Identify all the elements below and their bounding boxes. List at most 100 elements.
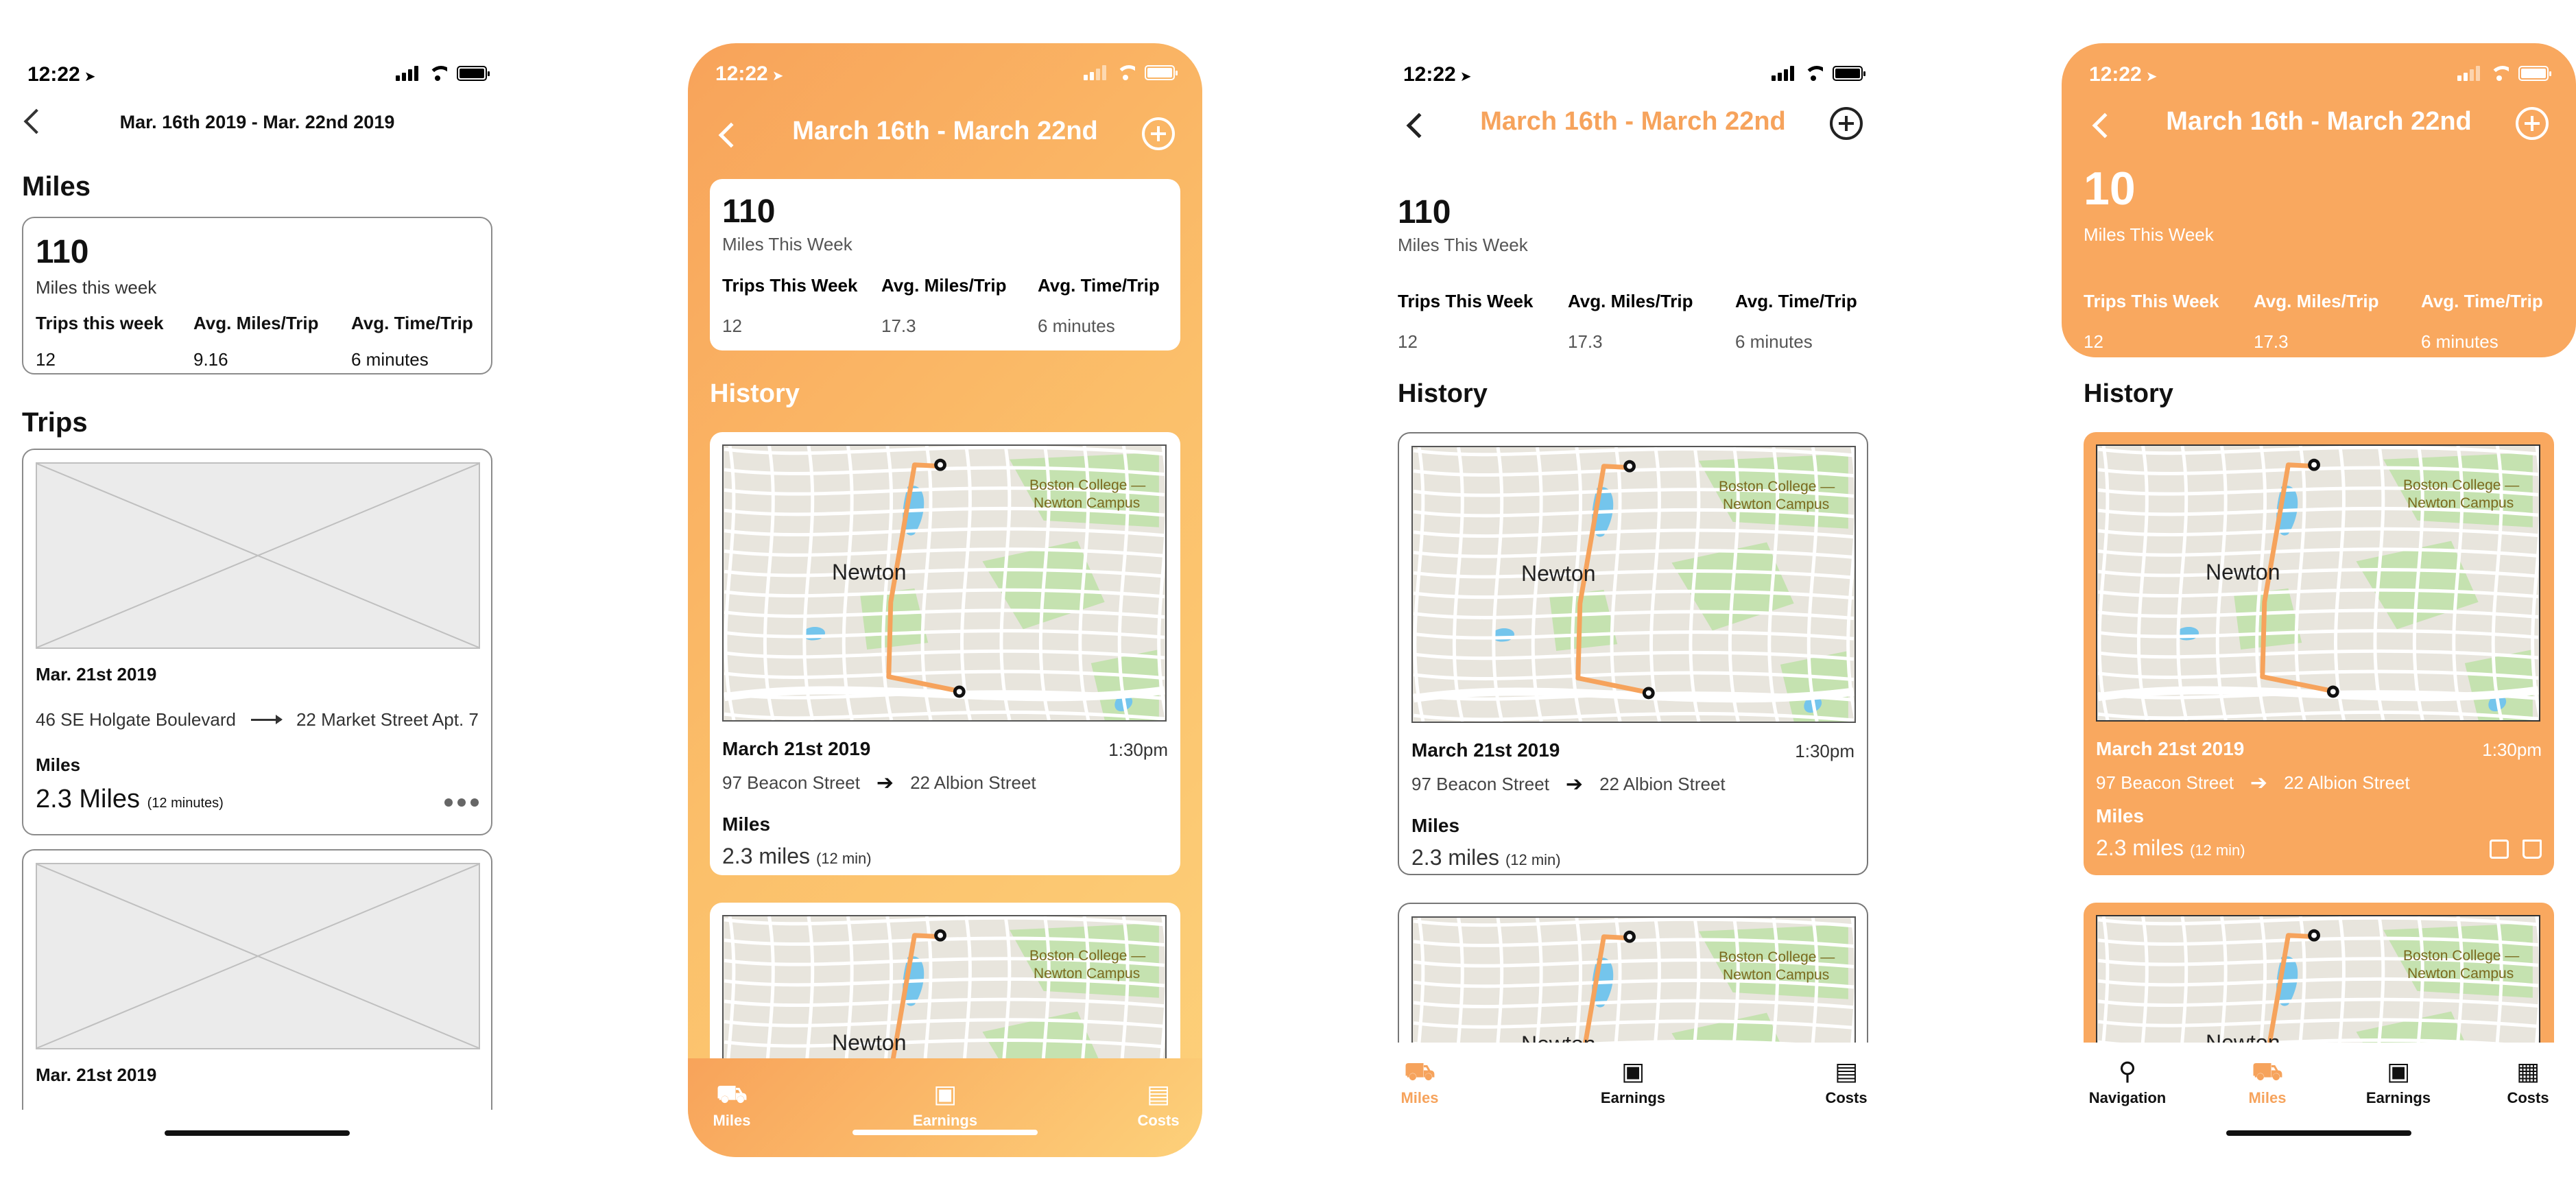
signal-icon bbox=[1772, 66, 1794, 81]
stat-avg-miles: Avg. Miles/Trip 17.3 bbox=[2254, 291, 2379, 352]
stat-avg-miles: Avg. Miles/Trip 17.3 bbox=[881, 275, 1007, 336]
map-city-label: Newton bbox=[2206, 560, 2280, 584]
tab-earnings[interactable]: ▣ Earnings bbox=[2354, 1058, 2443, 1107]
stat-avg-time: Avg. Time/Trip 6 minutes bbox=[351, 313, 473, 370]
location-arrow-icon: ➤ bbox=[772, 69, 784, 84]
trip-miles-value: 2.3 miles (12 min) bbox=[722, 844, 872, 868]
tab-miles[interactable]: ⛟ Miles bbox=[2226, 1058, 2309, 1107]
status-time: 12:22 ➤ bbox=[1403, 63, 1472, 86]
wifi-icon bbox=[1804, 66, 1823, 81]
page-title: March 16th - March 22nd bbox=[792, 117, 1098, 145]
tab-earnings[interactable]: ▣ Earnings bbox=[1588, 1058, 1678, 1107]
arrow-right-icon bbox=[250, 715, 283, 724]
trip-map: Newton Boston College — Newton Campus bbox=[1411, 446, 1856, 723]
stat-trips: Trips This Week 12 bbox=[2084, 291, 2219, 352]
status-bar: 12:22 ➤ bbox=[1403, 63, 1865, 88]
tab-bar: ⛟ Miles ▣ Earnings ▤ Costs bbox=[688, 1058, 1202, 1157]
wallet-icon: ▣ bbox=[933, 1080, 957, 1108]
more-icon[interactable] bbox=[444, 798, 479, 807]
map-campus-label: Newton Campus bbox=[1034, 966, 1141, 982]
trip-card[interactable]: Mar. 21st 2019 bbox=[22, 849, 492, 1110]
add-icon[interactable] bbox=[2516, 107, 2549, 140]
miles-summary-card: 110 Miles this week Trips this week 12 Av… bbox=[22, 217, 492, 374]
stat-avg-miles: Avg. Miles/Trip 9.16 bbox=[193, 313, 319, 370]
wireframe-screen: 12:22 ➤ Mar. 16th 2019 - Mar. 22nd 2019 M… bbox=[0, 0, 514, 1201]
wifi-icon bbox=[1116, 65, 1135, 80]
trip-date: Mar. 21st 2019 bbox=[36, 664, 157, 685]
trip-miles-label: Miles bbox=[36, 754, 81, 775]
status-time: 12:22 ➤ bbox=[2089, 63, 2158, 86]
trip-card[interactable]: Mar. 21st 2019 46 SE Holgate Boulevard 2… bbox=[22, 449, 492, 835]
miles-caption: Miles This Week bbox=[1398, 235, 1528, 255]
edit-icon[interactable] bbox=[2490, 840, 2509, 859]
trip-route: 46 SE Holgate Boulevard 22 Market Street… bbox=[36, 709, 479, 730]
trip-date: March 21st 2019 bbox=[722, 738, 871, 759]
location-arrow-icon: ➤ bbox=[84, 69, 96, 84]
van-icon: ⛟ bbox=[716, 1080, 748, 1108]
arrow-right-icon: ➔ bbox=[2250, 772, 2268, 794]
miles-caption: Miles this week bbox=[36, 277, 157, 298]
battery-icon bbox=[457, 66, 490, 81]
trip-card[interactable]: Newton Boston College — Newton Campus Marc… bbox=[2084, 432, 2554, 875]
page-title: Mar. 16th 2019 - Mar. 22nd 2019 bbox=[119, 112, 395, 132]
history-heading: History bbox=[1398, 379, 1488, 408]
trip-map: Newton Boston College — Newton Campus bbox=[2096, 444, 2540, 722]
tab-costs[interactable]: ▤ Costs bbox=[1819, 1058, 1874, 1107]
miles-value: 10 bbox=[2084, 163, 2136, 215]
map-campus-label: Boston College — bbox=[1719, 479, 1835, 495]
stat-trips: Trips This Week 12 bbox=[722, 275, 858, 336]
location-arrow-icon: ➤ bbox=[1459, 69, 1472, 84]
trip-time: 1:30pm bbox=[1108, 739, 1168, 760]
home-indicator bbox=[2226, 1130, 2411, 1136]
trip-route: 97 Beacon Street ➔ 22 Albion Street bbox=[722, 772, 1036, 794]
tab-navigation[interactable]: ⚲ Navigation bbox=[2086, 1058, 2169, 1107]
wallet-icon: ▣ bbox=[2386, 1057, 2410, 1085]
trip-miles-value: 2.3 Miles (12 minutes) bbox=[36, 785, 224, 813]
miles-caption: Miles This Week bbox=[722, 234, 852, 254]
map-campus-label: Boston College — bbox=[1029, 477, 1146, 493]
tab-costs[interactable]: ▤ Costs bbox=[1131, 1080, 1186, 1130]
trip-miles-label: Miles bbox=[722, 813, 771, 835]
tab-earnings[interactable]: ▣ Earnings bbox=[901, 1080, 990, 1130]
arrow-right-icon: ➔ bbox=[876, 772, 894, 794]
status-bar: 12:22 ➤ bbox=[27, 63, 490, 88]
van-icon: ⛟ bbox=[2252, 1057, 2283, 1085]
battery-icon bbox=[1145, 65, 1178, 80]
miles-heading: Miles bbox=[22, 171, 91, 202]
trip-route: 97 Beacon Street ➔ 22 Albion Street bbox=[1411, 773, 1726, 796]
arrow-right-icon: ➔ bbox=[1565, 773, 1584, 796]
stat-avg-time: Avg. Time/Trip 6 minutes bbox=[2421, 291, 2543, 352]
trip-date: March 21st 2019 bbox=[1411, 739, 1560, 761]
white-screen: 12:22 ➤ March 16th - March 22nd 110 Miles… bbox=[1376, 0, 1890, 1201]
wifi-icon bbox=[2490, 66, 2509, 81]
trip-card[interactable]: Newton Boston College — Newton Campus Marc… bbox=[710, 432, 1180, 875]
tab-bar: ⚲ Navigation ⛟ Miles ▣ Earnings ▦ Costs bbox=[2062, 1043, 2576, 1166]
trip-card[interactable]: Newton Boston College — Newton Campus Marc… bbox=[1398, 432, 1868, 875]
map-city-label: Newton bbox=[832, 1030, 907, 1055]
trip-miles-value: 2.3 miles (12 min) bbox=[2096, 835, 2245, 860]
add-icon[interactable] bbox=[1142, 117, 1175, 150]
home-indicator bbox=[852, 1130, 1038, 1135]
tab-costs[interactable]: ▦ Costs bbox=[2494, 1058, 2562, 1107]
stat-trips: Trips This Week 12 bbox=[1398, 291, 1534, 352]
map-city-label: Newton bbox=[832, 560, 907, 584]
map-campus-label: Boston College — bbox=[1029, 948, 1146, 964]
trips-heading: Trips bbox=[22, 407, 88, 438]
orange-screen: 12:22 ➤ March 16th - March 22nd 10 Miles … bbox=[2062, 0, 2576, 1201]
trash-icon[interactable] bbox=[2523, 840, 2542, 859]
miles-summary-card: 110 Miles This Week Trips This Week 12 Av… bbox=[710, 179, 1180, 350]
tab-miles[interactable]: ⛟ Miles bbox=[1392, 1058, 1447, 1107]
stat-trips: Trips this week 12 bbox=[36, 313, 164, 370]
gradient-screen: 12:22 ➤ March 16th - March 22nd 110 Miles… bbox=[688, 0, 1202, 1201]
phone-frame: 12:22 ➤ March 16th - March 22nd 110 Miles… bbox=[688, 43, 1202, 1157]
add-icon[interactable] bbox=[1830, 107, 1863, 140]
map-campus-label: Newton Campus bbox=[1034, 495, 1141, 511]
trip-date: Mar. 21st 2019 bbox=[36, 1065, 157, 1085]
tab-miles[interactable]: ⛟ Miles bbox=[704, 1080, 759, 1130]
status-bar: 12:22 ➤ bbox=[2089, 63, 2551, 88]
signal-icon bbox=[1084, 65, 1106, 80]
stat-avg-time: Avg. Time/Trip 6 minutes bbox=[1735, 291, 1857, 352]
map-campus-label: Newton Campus bbox=[2407, 966, 2514, 982]
history-heading: History bbox=[2084, 379, 2173, 408]
miles-value: 110 bbox=[722, 193, 776, 230]
